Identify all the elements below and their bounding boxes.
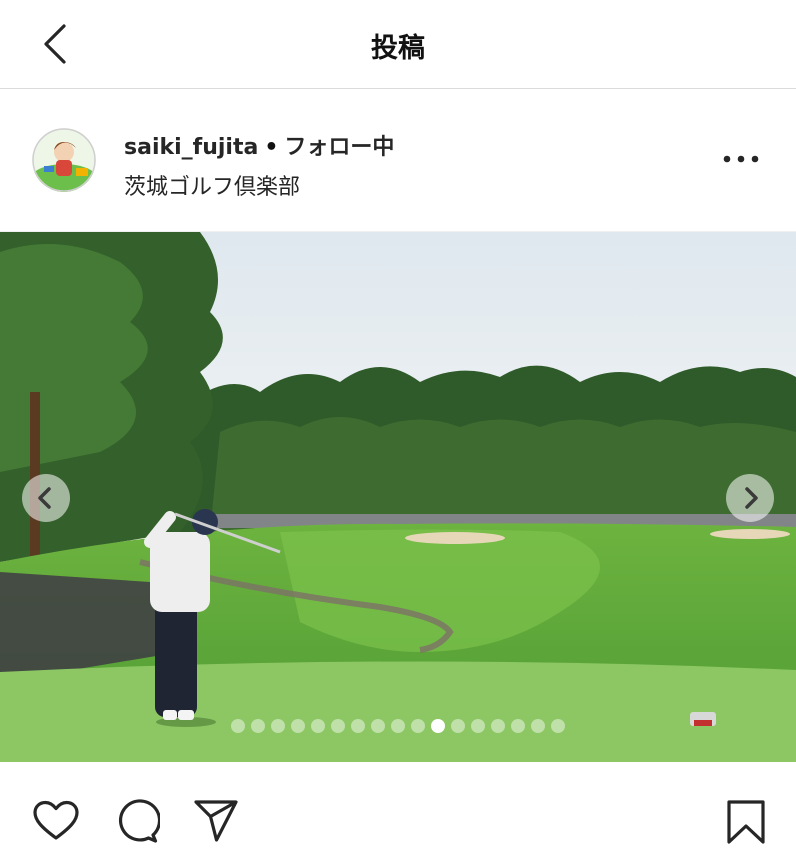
carousel-dot xyxy=(531,719,545,733)
carousel-dot xyxy=(511,719,525,733)
heart-icon xyxy=(33,800,79,840)
carousel-dot xyxy=(411,719,425,733)
location-link[interactable]: 茨城ゴルフ倶楽部 xyxy=(124,169,300,201)
comment-button[interactable] xyxy=(112,797,162,845)
carousel-dot-active xyxy=(431,719,445,733)
share-button[interactable] xyxy=(192,797,240,845)
avatar[interactable] xyxy=(32,128,96,192)
carousel-dot xyxy=(331,719,345,733)
top-bar: 投稿 xyxy=(0,0,796,89)
more-options-button[interactable] xyxy=(722,149,760,169)
more-horizontal-icon xyxy=(723,155,759,163)
post-header: saiki_fujita • フォロー中 茨城ゴルフ倶楽部 xyxy=(0,89,796,232)
carousel-indicator xyxy=(231,719,565,733)
carousel-dot xyxy=(351,719,365,733)
carousel-dot xyxy=(551,719,565,733)
carousel-dot xyxy=(451,719,465,733)
separator: • xyxy=(264,135,279,160)
carousel-dot xyxy=(391,719,405,733)
username[interactable]: saiki_fujita xyxy=(124,135,258,160)
carousel-dot xyxy=(271,719,285,733)
chevron-right-icon xyxy=(745,487,758,509)
carousel-dot xyxy=(231,719,245,733)
page-title: 投稿 xyxy=(371,33,425,64)
carousel-prev-button[interactable] xyxy=(22,474,70,522)
carousel-dot xyxy=(311,719,325,733)
carousel-dot xyxy=(291,719,305,733)
carousel-dot xyxy=(491,719,505,733)
send-icon xyxy=(194,800,238,842)
post-image[interactable] xyxy=(0,232,796,762)
action-bar xyxy=(0,763,796,851)
user-line: saiki_fujita • フォロー中 xyxy=(124,129,394,161)
carousel-dot xyxy=(471,719,485,733)
save-button[interactable] xyxy=(722,797,770,845)
carousel-next-button[interactable] xyxy=(726,474,774,522)
like-button[interactable] xyxy=(32,797,80,845)
follow-status[interactable]: フォロー中 xyxy=(284,135,394,160)
comment-icon xyxy=(118,799,162,843)
carousel-dot xyxy=(371,719,385,733)
chevron-left-icon xyxy=(38,487,51,509)
carousel-dot xyxy=(251,719,265,733)
bookmark-icon xyxy=(727,800,765,844)
